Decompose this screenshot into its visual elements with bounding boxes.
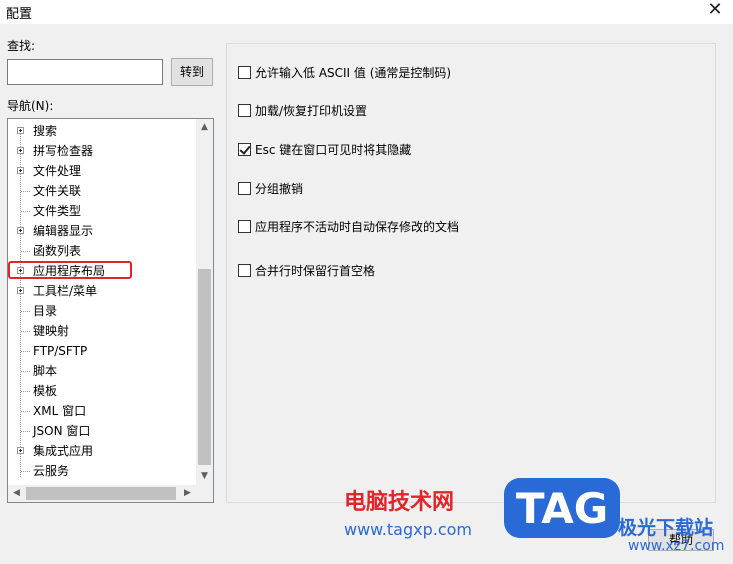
nav-tree-item-label: 拼写检查器 [33,144,94,158]
option-label: 加载/恢复打印机设置 [255,104,368,118]
nav-tree-item-label: 脚本 [33,364,58,378]
nav-tree-item-label: 云服务 [33,464,70,478]
scroll-down-icon[interactable]: ▼ [196,468,213,485]
nav-tree-item-label: 函数列表 [33,244,82,258]
goto-button[interactable]: 转到 [171,58,213,86]
option-label: Esc 键在窗口可见时将其隐藏 [255,143,412,157]
tree-branch-line [21,311,30,312]
scroll-up-icon[interactable]: ▲ [196,119,213,136]
nav-tree-item-label: 模板 [33,384,58,398]
scroll-corner [196,485,213,502]
nav-tree-item-label: XML 窗口 [33,404,87,418]
option-checkbox[interactable] [238,66,251,79]
option-checkbox[interactable] [238,220,251,233]
nav-tree-item-label: 编辑器显示 [33,224,94,238]
tree-branch-line [21,251,30,252]
tree-branch-line [21,431,30,432]
nav-tree[interactable]: 搜索 拼写检查器 文件处理 文件关联 文件类型 编辑器显示 函数列表 应用程序布局 工具栏/菜单… [7,118,214,503]
nav-tree-item-label: 搜索 [33,124,58,138]
option-checkbox[interactable] [238,182,251,195]
expand-icon[interactable] [17,447,24,454]
tree-branch-line [21,391,30,392]
tree-branch-line [21,211,30,212]
option-checkbox[interactable] [238,143,251,156]
option-checkbox[interactable] [238,104,251,117]
search-input[interactable] [7,59,163,85]
highlight-box [8,261,132,279]
horizontal-scrollbar[interactable]: ◀ ▶ [8,485,196,502]
tree-branch-line [21,191,30,192]
expand-icon[interactable] [17,167,24,174]
tag-logo-text: TAG [516,484,608,533]
nav-label: 导航(N): [7,99,54,113]
vertical-scroll-thumb[interactable] [198,269,211,465]
nav-tree-item-label: FTP/SFTP [33,344,88,358]
nav-tree-item-label: 文件关联 [33,184,82,198]
title-bar: 配置 ✕ [0,0,733,24]
tree-branch-line [21,411,30,412]
option-checkbox[interactable] [238,264,251,277]
tag-logo-icon: TAG [504,478,620,538]
expand-icon[interactable] [17,287,24,294]
nav-tree-item-label: 目录 [33,304,58,318]
expand-icon[interactable] [17,227,24,234]
watermark-site-name: 电脑技术网 [344,490,455,515]
option-label: 合并行时保留行首空格 [255,264,376,278]
nav-tree-item-label: 集成式应用 [33,444,94,458]
watermark-site2-url: www.xz7.com [628,538,725,554]
option-label: 允许输入低 ASCII 值 (通常是控制码) [255,66,452,80]
search-label: 查找: [7,39,36,53]
nav-tree-item-label: 键映射 [33,324,70,338]
close-icon[interactable]: ✕ [701,0,729,22]
tree-branch-line [21,351,30,352]
nav-tree-item-label: 文件类型 [33,204,82,218]
horizontal-scroll-thumb[interactable] [26,487,176,500]
scroll-left-icon[interactable]: ◀ [8,485,25,502]
tree-branch-line [21,471,30,472]
expand-icon[interactable] [17,127,24,134]
watermark-site2-name: 极光下载站 [618,517,714,539]
window-title: 配置 [6,7,33,22]
option-label: 分组撤销 [255,182,304,196]
nav-tree-item-label: 文件处理 [33,164,82,178]
expand-icon[interactable] [17,147,24,154]
nav-tree-item-label: 工具栏/菜单 [33,284,98,298]
tree-branch-line [21,371,30,372]
watermark-site-url: www.tagxp.com [344,520,472,539]
tree-guide-line [20,127,21,477]
tree-branch-line [21,331,30,332]
vertical-scrollbar[interactable]: ▲ ▼ [196,119,213,485]
scroll-right-icon[interactable]: ▶ [179,485,196,502]
option-label: 应用程序不活动时自动保存修改的文档 [255,220,460,234]
nav-tree-item-label: JSON 窗口 [33,424,91,438]
